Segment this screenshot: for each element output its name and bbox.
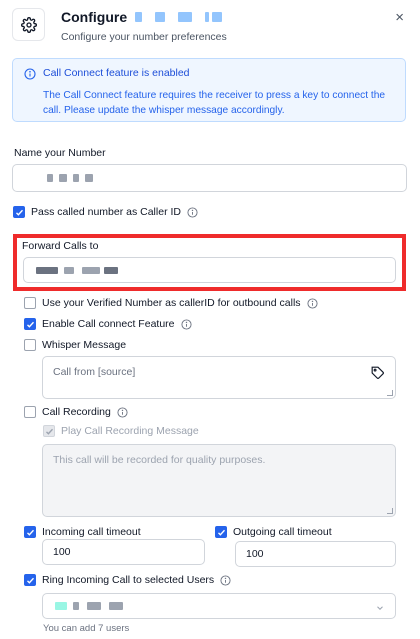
- play-recording-checkbox[interactable]: [43, 425, 55, 437]
- chevron-down-icon[interactable]: [375, 603, 385, 615]
- incoming-timeout-input[interactable]: 100: [42, 539, 205, 565]
- call-recording-label: Call Recording: [42, 406, 111, 418]
- name-number-input[interactable]: [12, 164, 407, 192]
- close-icon[interactable]: ×: [395, 9, 404, 26]
- dialog-title-text: Configure: [61, 9, 128, 25]
- redacted-text: [205, 12, 210, 22]
- pass-caller-id-checkbox[interactable]: [13, 206, 25, 218]
- pass-caller-id-label: Pass called number as Caller ID: [31, 206, 181, 218]
- redacted-text: [55, 602, 67, 610]
- ring-users-checkbox[interactable]: [24, 574, 36, 586]
- alert-body: The Call Connect feature requires the re…: [43, 90, 386, 116]
- call-recording-checkbox[interactable]: [24, 406, 36, 418]
- verified-number-label: Use your Verified Number as callerID for…: [42, 297, 301, 309]
- play-recording-label: Play Call Recording Message: [61, 425, 199, 437]
- redacted-text: [47, 174, 53, 182]
- outgoing-timeout-value: 100: [246, 548, 264, 560]
- redacted-text: [82, 266, 100, 274]
- call-connect-row: Enable Call connect Feature: [42, 318, 192, 330]
- redacted-text: [87, 602, 101, 610]
- whisper-message-checkbox[interactable]: [24, 339, 36, 351]
- call-recording-row: Call Recording: [42, 406, 128, 418]
- redacted-text: [85, 174, 93, 182]
- outgoing-timeout-label: Outgoing call timeout: [233, 526, 332, 538]
- forward-calls-label: Forward Calls to: [22, 240, 99, 252]
- recording-placeholder: This call will be recorded for quality p…: [53, 454, 266, 466]
- whisper-placeholder: Call from [source]: [53, 366, 136, 378]
- whisper-message-label: Whisper Message: [42, 339, 127, 351]
- gear-icon: [12, 8, 45, 41]
- redacted-text: [135, 12, 143, 22]
- users-select[interactable]: [42, 593, 396, 619]
- ring-users-row: Ring Incoming Call to selected Users: [42, 574, 231, 586]
- info-icon[interactable]: [180, 318, 192, 330]
- alert-title: Call Connect feature is enabled: [43, 67, 190, 79]
- info-icon[interactable]: [187, 206, 198, 218]
- outgoing-timeout-checkbox[interactable]: [215, 526, 227, 538]
- verified-number-checkbox[interactable]: [24, 297, 36, 309]
- redacted-text: [104, 266, 118, 274]
- redacted-text: [59, 174, 67, 182]
- users-helper-text: You can add 7 users: [43, 623, 130, 634]
- dialog-title: Configure: [61, 9, 223, 25]
- whisper-message-textarea[interactable]: Call from [source]: [42, 356, 396, 399]
- redacted-text: [73, 174, 79, 182]
- check-icon: [217, 529, 225, 536]
- resize-handle[interactable]: [387, 390, 393, 396]
- redacted-text: [212, 12, 223, 22]
- redacted-text: [73, 602, 79, 610]
- redacted-text: [109, 602, 123, 610]
- info-icon[interactable]: [307, 297, 318, 309]
- info-icon[interactable]: [220, 574, 231, 586]
- check-icon: [45, 428, 53, 435]
- redacted-text: [36, 266, 58, 274]
- redacted-text: [155, 12, 166, 22]
- dialog-header: Configure Configure your number preferen…: [0, 0, 420, 56]
- check-icon: [26, 529, 34, 536]
- tag-icon[interactable]: [371, 366, 385, 383]
- name-number-label: Name your Number: [14, 147, 106, 159]
- incoming-timeout-value: 100: [53, 546, 71, 558]
- incoming-timeout-checkbox[interactable]: [24, 526, 36, 538]
- check-icon: [26, 321, 34, 328]
- pass-caller-id-row: Pass called number as Caller ID: [31, 206, 198, 218]
- check-icon: [26, 577, 34, 584]
- redacted-text: [178, 12, 193, 22]
- info-icon[interactable]: [117, 406, 128, 418]
- forward-calls-input[interactable]: [23, 257, 396, 283]
- redacted-text: [64, 266, 74, 274]
- info-icon: [24, 67, 36, 85]
- close-button[interactable]: ×: [395, 9, 404, 26]
- recording-message-textarea[interactable]: This call will be recorded for quality p…: [42, 444, 396, 517]
- call-connect-label: Enable Call connect Feature: [42, 318, 175, 330]
- outgoing-timeout-input[interactable]: 100: [235, 541, 396, 567]
- verified-number-row: Use your Verified Number as callerID for…: [42, 297, 318, 309]
- resize-handle[interactable]: [387, 508, 393, 514]
- dialog-subtitle: Configure your number preferences: [61, 31, 227, 43]
- call-connect-checkbox[interactable]: [24, 318, 36, 330]
- incoming-timeout-label: Incoming call timeout: [42, 526, 141, 538]
- ring-users-label: Ring Incoming Call to selected Users: [42, 574, 215, 586]
- check-icon: [15, 209, 23, 216]
- info-alert: Call Connect feature is enabled The Call…: [12, 58, 406, 122]
